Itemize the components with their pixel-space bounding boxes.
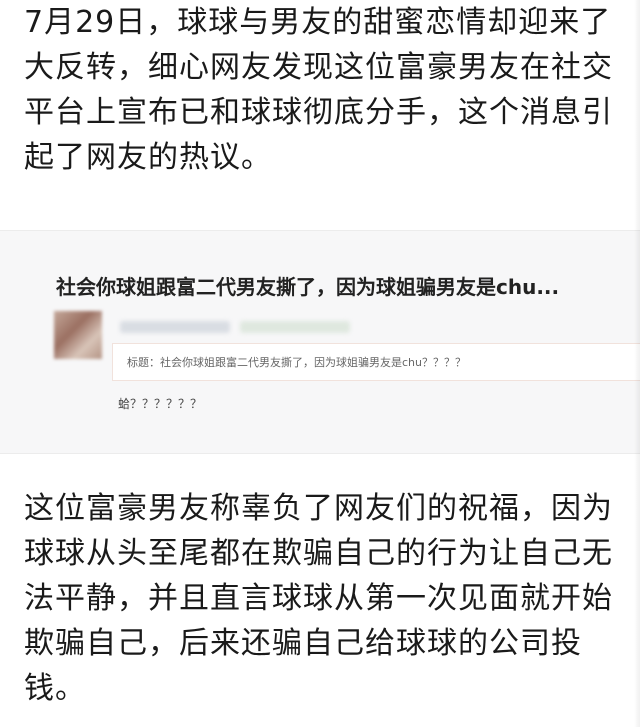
page-edge-shadow bbox=[634, 0, 640, 727]
quoted-title-text: 标题：社会你球姐跟富二代男友撕了，因为球姐骗男友是chu？？？？ bbox=[127, 356, 466, 369]
blurred-username bbox=[120, 321, 230, 333]
blurred-post-meta bbox=[240, 321, 350, 333]
article-paragraph-1: 7月29日，球球与男友的甜蜜恋情却迎来了大反转，细心网友发现这位富豪男友在社交平… bbox=[24, 5, 613, 175]
article-paragraph-2: 这位富豪男友称辜负了网友们的祝福，因为球球从头至尾都在欺骗自己的行为让自己无法平… bbox=[24, 491, 613, 706]
embedded-forum-screenshot: 社会你球姐跟富二代男友撕了，因为球姐骗男友是chu... 标题：社会你球姐跟富二… bbox=[0, 230, 640, 454]
quoted-title-box: 标题：社会你球姐跟富二代男友撕了，因为球姐骗男友是chu？？？？ bbox=[112, 343, 640, 381]
blurred-avatar bbox=[54, 311, 102, 359]
forum-post-title: 社会你球姐跟富二代男友撕了，因为球姐骗男友是chu... bbox=[56, 275, 560, 299]
forum-reply-text: 蛤？？？？？？ bbox=[118, 397, 203, 411]
